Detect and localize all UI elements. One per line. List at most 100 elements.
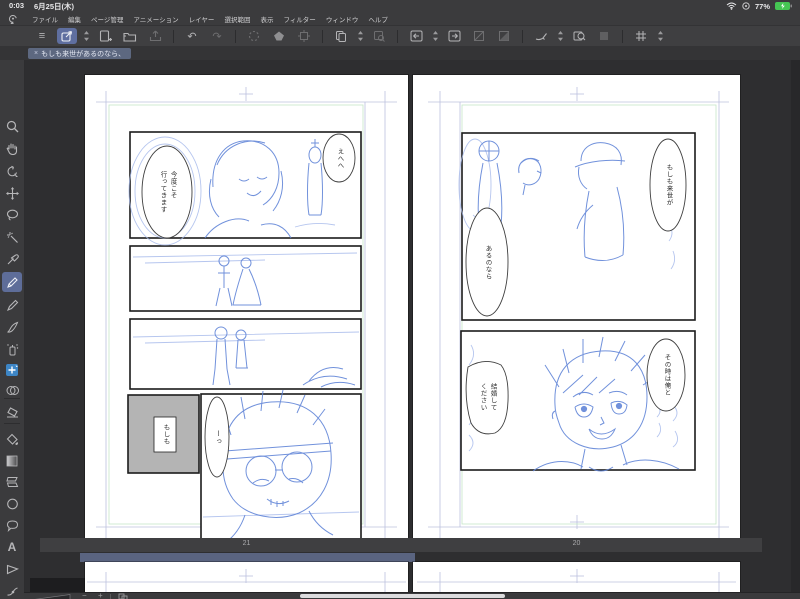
deselect-icon[interactable] [469, 28, 489, 44]
grid-chevron-icon[interactable] [656, 28, 664, 44]
new-canvas-icon[interactable] [95, 28, 115, 44]
frame-panels-icon [5, 477, 18, 487]
next-page-thumbnail-left[interactable] [85, 562, 408, 592]
tool-gradient[interactable] [2, 451, 22, 471]
status-right: 77% [726, 2, 800, 11]
object-arrow-icon [61, 30, 73, 42]
tool-separator [4, 398, 20, 399]
tool-decoration[interactable] [2, 360, 22, 380]
snap-ruler-icon[interactable] [531, 28, 551, 44]
tool-pen[interactable] [2, 272, 22, 292]
manga-page-21[interactable]: 今度こそ 行ってきます えへへ もしも ーっ [85, 75, 408, 546]
tool-lasso-select[interactable] [2, 205, 22, 225]
main-menu-icon[interactable]: ≡ [32, 28, 52, 44]
vertical-scrollbar-track[interactable] [791, 60, 800, 592]
tool-blend[interactable] [2, 380, 22, 400]
canvas-tab-bar: × もしも来世があるのなら、 [0, 46, 800, 60]
zoom-area-icon[interactable] [569, 28, 589, 44]
tool-eyedropper[interactable] [2, 249, 22, 269]
menu-help[interactable]: ヘルプ [368, 14, 388, 24]
menu-layer[interactable]: レイヤー [189, 14, 215, 24]
next-page-thumbnail-right[interactable] [413, 562, 740, 592]
ios-status-bar: 0:03 6月25日(木) 77% [0, 0, 800, 12]
zoom-out-button[interactable]: − [82, 592, 87, 599]
toolbar-separator [622, 29, 623, 43]
menu-page-manage[interactable]: ページ管理 [91, 14, 123, 24]
manga-page-20[interactable]: もしも来世が あるのなら その時は俺と 結婚して ください [413, 75, 740, 546]
toolbar-separator [173, 29, 174, 43]
paste-icon[interactable] [369, 28, 389, 44]
snap-chevron-icon[interactable] [556, 28, 564, 44]
menu-view[interactable]: 表示 [260, 14, 273, 24]
close-tab-icon[interactable]: × [34, 50, 38, 57]
polygon-select-icon[interactable] [269, 28, 289, 44]
redo-icon[interactable]: ↷ [207, 28, 227, 44]
canvas-area[interactable]: 今度こそ 行ってきます えへへ もしも ーっ もしも来世が あるのなら その時は… [25, 60, 800, 592]
toolbar-separator [235, 29, 236, 43]
page-list-gutter [30, 578, 85, 592]
invert-selection-icon[interactable] [494, 28, 514, 44]
material-icon[interactable] [594, 28, 614, 44]
tool-figure[interactable] [2, 494, 22, 514]
menu-bar: ファイル 編集 ページ管理 アニメーション レイヤー 選択範囲 表示 フィルター… [0, 12, 800, 25]
menu-file[interactable]: ファイル [32, 14, 58, 24]
tool-pencil[interactable] [2, 295, 22, 315]
status-left: 0:03 6月25日(木) [0, 1, 74, 12]
copy-icon[interactable] [331, 28, 351, 44]
tool-ruler[interactable] [2, 559, 22, 579]
wifi-icon [726, 2, 737, 10]
tool-fill[interactable] [2, 429, 22, 449]
tool-zoom[interactable] [2, 116, 22, 136]
speech-bubble-text: ーっ [214, 429, 222, 445]
object-tool-chevron-icon[interactable] [82, 28, 90, 44]
clip-studio-logo-icon[interactable] [8, 14, 18, 24]
lasso-icon [6, 209, 18, 221]
battery-percent-text: 77% [754, 1, 770, 11]
thumbnail-crop-marks [417, 569, 736, 592]
menu-window[interactable]: ウィンドウ [326, 14, 359, 24]
tool-brush[interactable] [2, 317, 22, 337]
next-page-icon[interactable] [444, 28, 464, 44]
menu-selection[interactable]: 選択範囲 [224, 14, 250, 24]
tool-text[interactable]: A [2, 537, 22, 557]
open-file-icon[interactable] [120, 28, 140, 44]
page-nav-chevron-icon[interactable] [431, 28, 439, 44]
tool-correct-line[interactable] [2, 581, 22, 599]
tool-move[interactable] [2, 183, 22, 203]
fit-page-icon[interactable] [118, 593, 128, 599]
grid-icon[interactable] [631, 28, 651, 44]
blend-circles-icon [6, 385, 19, 395]
undo-icon[interactable]: ↶ [182, 28, 202, 44]
zoom-slider[interactable] [34, 594, 71, 599]
caption-text: もしも [162, 424, 170, 445]
speech-bubble-text: あるのなら [484, 244, 492, 280]
horizontal-scrollbar[interactable] [300, 594, 505, 598]
toolbar-separator [522, 29, 523, 43]
clip-studio-paint-app: 0:03 6月25日(木) 77% ファイル 編集 ページ管理 アニメーション … [0, 0, 800, 599]
selected-page-header[interactable] [80, 553, 415, 562]
speech-bubble-text: 結婚して ください [479, 383, 497, 411]
tool-eraser[interactable] [2, 402, 22, 422]
tool-rotate-view[interactable] [2, 161, 22, 181]
toolbar-separator [397, 29, 398, 43]
menu-edit[interactable]: 編集 [68, 14, 81, 24]
clear-selection-icon[interactable] [244, 28, 264, 44]
previous-page-icon[interactable] [406, 28, 426, 44]
export-icon[interactable] [145, 28, 165, 44]
menu-animation[interactable]: アニメーション [133, 14, 178, 24]
tool-auto-select[interactable] [2, 227, 22, 247]
tool-frame-border[interactable] [2, 472, 22, 492]
object-tool-button[interactable] [57, 28, 77, 44]
document-tab[interactable]: × もしも来世があるのなら、 [28, 48, 132, 59]
menu-filter[interactable]: フィルター [283, 14, 315, 24]
copy-chevron-icon[interactable] [356, 28, 364, 44]
tool-airbrush[interactable] [2, 339, 22, 359]
command-bar: ≡ ↶ ↷ [0, 25, 800, 46]
eraser-icon [6, 407, 18, 418]
tool-hand[interactable] [2, 138, 22, 158]
crop-marks-icon[interactable] [294, 28, 314, 44]
page-number-20: 20 [572, 540, 581, 547]
tool-balloon[interactable] [2, 516, 22, 536]
zoom-in-button[interactable]: + [98, 592, 103, 599]
magic-wand-icon [6, 231, 18, 243]
